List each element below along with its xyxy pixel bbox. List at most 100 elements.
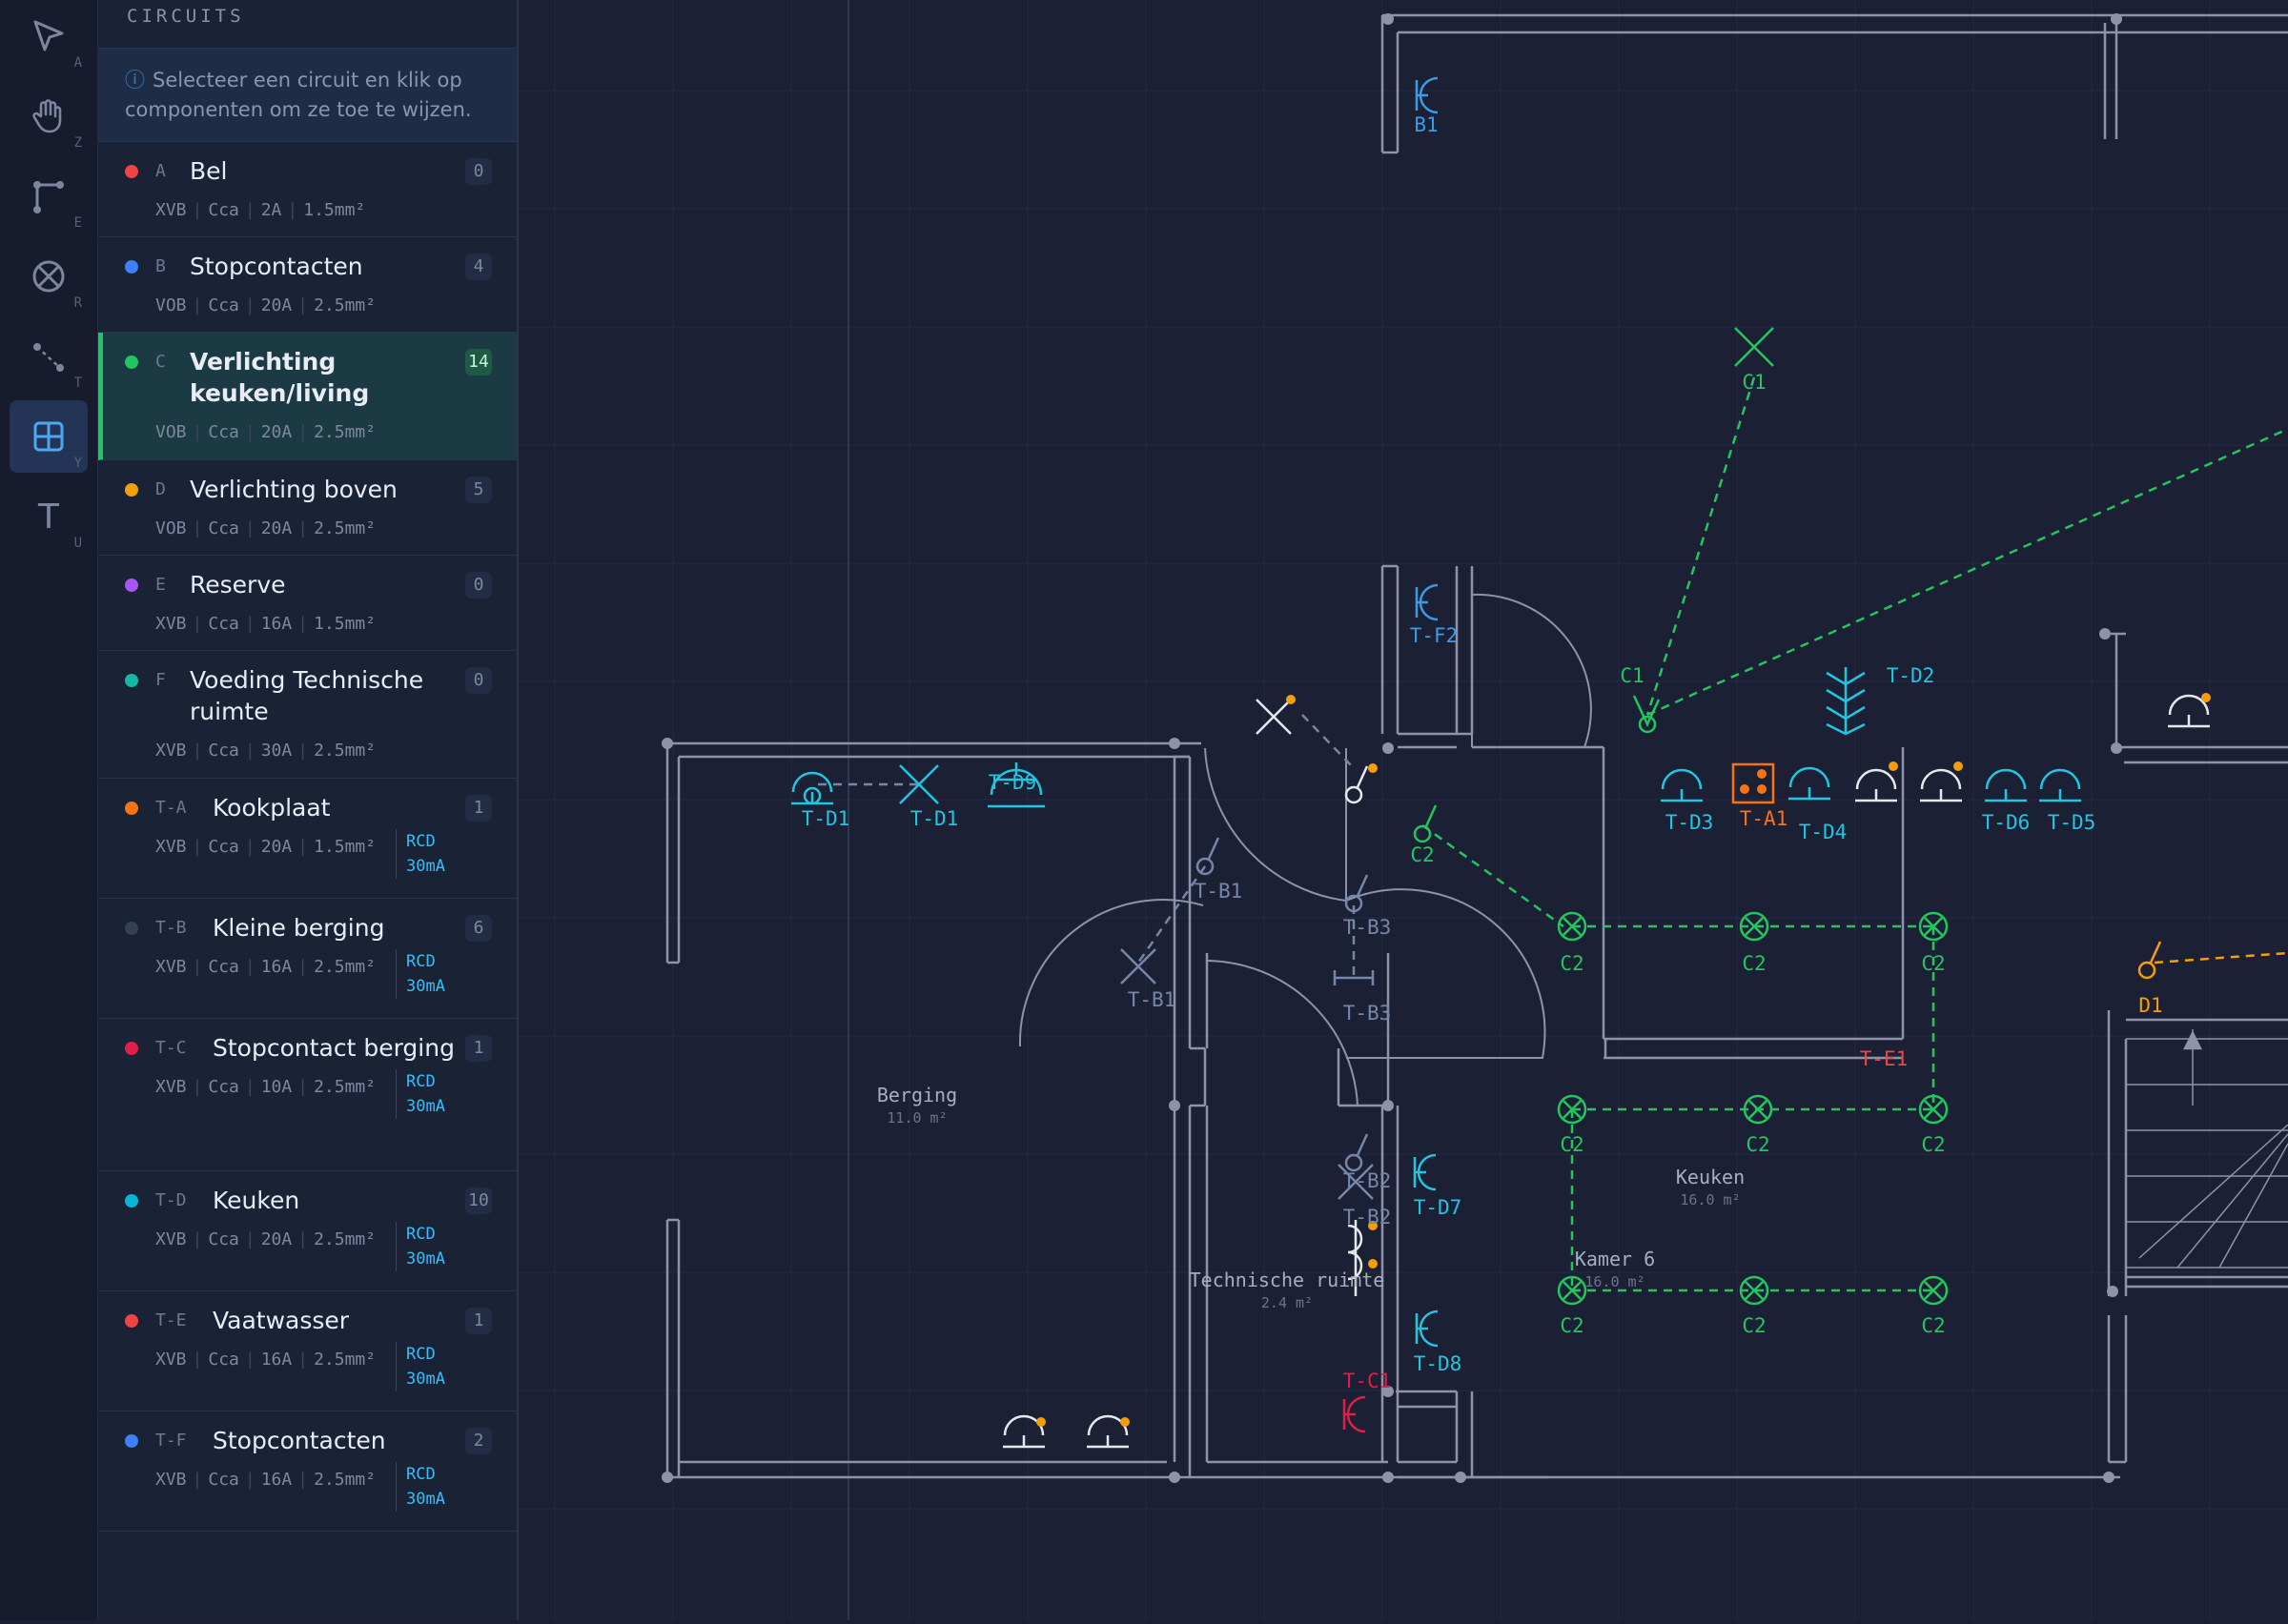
component-label: T-B1 — [1128, 988, 1176, 1011]
component-label: C2 — [1921, 1314, 1945, 1337]
text-tool-icon: T — [38, 497, 59, 537]
circuit-spec: XVB — [155, 741, 187, 761]
wire — [1646, 427, 2288, 717]
circuit-spec: Cca — [208, 518, 239, 538]
circuit-count-badge: 0 — [465, 158, 492, 185]
circuit-spec: Cca — [208, 614, 239, 634]
switch-lever — [1356, 1133, 1369, 1156]
wire-draw-icon — [33, 181, 64, 213]
circuit-spec: 20A — [260, 422, 293, 442]
circuit-name: Stopcontact berging — [213, 1034, 455, 1062]
component-label: T-B3 — [1343, 1002, 1392, 1025]
circuit-item-t-e[interactable]: T-E Vaatwasser 1 XVB | Cca | 16A | 2.5mm² RCD 30mA — [98, 1291, 517, 1411]
stair-arrow-head — [2182, 1030, 2203, 1050]
circuit-item-a[interactable]: A Bel 0 XVB | Cca | 2A | 1.5mm² — [98, 142, 517, 237]
circuit-item-t-f[interactable]: T-F Stopcontacten 2 XVB | Cca | 16A | 2.5mm² RCD 30… — [98, 1411, 517, 1532]
info-icon: ⓘ — [125, 69, 145, 91]
switch-lever — [1356, 765, 1369, 788]
component-label: T-D7 — [1414, 1196, 1462, 1219]
circuit-spec: 20A — [260, 295, 293, 315]
wire-tool-button[interactable]: E — [10, 160, 88, 233]
circuit-count-badge: 5 — [465, 477, 492, 503]
component-label: B1 — [1414, 113, 1438, 136]
status-dot — [1120, 1417, 1130, 1427]
circuit-item-e[interactable]: E Reserve 0 XVB | Cca | 16A | 1.5mm² — [98, 556, 517, 651]
room-name: Technische ruimte — [1190, 1269, 1385, 1291]
connection-tool-button[interactable]: T — [10, 320, 88, 393]
circuit-code: T-B — [155, 918, 187, 938]
rcd-tag: RCD 30mA — [396, 829, 445, 879]
status-dot — [1368, 1259, 1378, 1269]
info-text: Selecteer een circuit en klik op compone… — [125, 69, 472, 121]
circuit-spec: 2.5mm² — [314, 1077, 377, 1097]
room-area: 16.0 m² — [1584, 1273, 1644, 1290]
socket-icon — [1415, 583, 1439, 621]
socket-icon — [1661, 768, 1703, 802]
rcd-rating: 30mA — [406, 1370, 445, 1389]
rcd-tag: RCD 30mA — [396, 1342, 445, 1391]
socket-icon — [1920, 768, 1962, 802]
circuit-item-f[interactable]: F Voeding Technische ruimte 0 XVB | Cca | 30A | 2… — [98, 651, 517, 779]
component-label: C2 — [1560, 1133, 1583, 1156]
circuit-color-dot — [125, 355, 138, 369]
wire — [1421, 823, 1564, 928]
component-label: C2 — [1746, 1133, 1769, 1156]
circuit-spec: 1.5mm² — [314, 837, 377, 857]
circuit-item-t-d[interactable]: T-D Keuken 10 XVB | Cca | 20A | 2.5mm² RCD 30mA — [98, 1171, 517, 1291]
circuit-spec: XVB — [155, 1470, 187, 1490]
circuit-name: Kleine berging — [213, 914, 385, 942]
circuit-spec: 20A — [260, 518, 293, 538]
connection-icon — [33, 343, 64, 372]
select-tool-button[interactable]: A — [10, 0, 88, 72]
shortcut-key: A — [73, 55, 82, 71]
circuit-spec: XVB — [155, 837, 187, 857]
text-tool-button[interactable]: T U — [10, 480, 88, 553]
switch-lever — [2149, 941, 2162, 964]
wall-node — [1382, 742, 1394, 754]
circuit-spec: Cca — [208, 422, 239, 442]
switch-lever — [1424, 804, 1438, 827]
info-message: ⓘ Selecteer een circuit en klik op compon… — [98, 49, 517, 142]
light-tool-button[interactable]: R — [10, 240, 88, 313]
socket-icon — [1342, 1395, 1366, 1433]
pan-tool-button[interactable]: Z — [10, 80, 88, 152]
circuit-spec: 2.5mm² — [314, 295, 377, 315]
circuit-spec: 2A — [260, 200, 282, 220]
circuit-code: E — [155, 575, 166, 595]
cooktop-burner — [1757, 769, 1767, 779]
component-label: C2 — [1921, 1133, 1945, 1156]
room-name: Keuken — [1676, 1166, 1745, 1188]
circuit-count-badge: 1 — [465, 1035, 492, 1062]
circuit-spec: Cca — [208, 1077, 239, 1097]
circuit-count-badge: 14 — [465, 349, 492, 376]
shortcut-key: E — [73, 215, 82, 231]
floor-plan-canvas[interactable]: B1B2B3T-F2C1C1C2C2C2C2C2C2C2C2C2C2T-D1T-… — [519, 0, 2288, 1620]
component-label: T-B1 — [1195, 880, 1243, 903]
circuit-spec: VOB — [155, 295, 187, 315]
floor-plan-svg[interactable]: B1B2B3T-F2C1C1C2C2C2C2C2C2C2C2C2C2T-D1T-… — [519, 0, 2288, 1620]
circuit-name: Reserve — [190, 571, 286, 599]
circuits-tool-button[interactable]: Y — [10, 400, 88, 473]
circuit-spec: Cca — [208, 200, 239, 220]
rcd-label: RCD — [406, 1345, 436, 1364]
component-label: T-D1 — [802, 807, 850, 830]
circuit-item-t-c[interactable]: T-C Stopcontact berging 1 XVB | Cca | 10A | 2.5mm… — [98, 1019, 517, 1171]
circuit-color-dot — [125, 1194, 138, 1208]
circuit-item-t-b[interactable]: T-B Kleine berging 6 XVB | Cca | 16A | 2.5mm² RCD 3… — [98, 899, 517, 1019]
circuit-color-dot — [125, 483, 138, 497]
room-name: Kamer 6 — [1575, 1248, 1655, 1270]
circuit-count-badge: 10 — [465, 1188, 492, 1214]
hand-pan-icon — [32, 99, 62, 133]
wall-light-icon — [1120, 948, 1156, 985]
rcd-tag: RCD 30mA — [396, 1222, 445, 1271]
wall-node — [2103, 1472, 2114, 1483]
circuit-item-b[interactable]: B Stopcontacten 4 VOB | Cca | 20A | 2.5mm² — [98, 237, 517, 333]
component-label: C2 — [1921, 952, 1945, 975]
circuit-spec: XVB — [155, 1350, 187, 1370]
circuit-specs: XVB | Cca | 16A | 1.5mm² — [155, 614, 377, 634]
circuit-item-d[interactable]: D Verlichting boven 5 VOB | Cca | 20A | 2.5mm² — [98, 460, 517, 556]
rcd-rating: 30mA — [406, 1249, 445, 1269]
circuit-item-t-a[interactable]: T-A Kookplaat 1 XVB | Cca | 20A | 1.5mm² RCD 30mA — [98, 779, 517, 899]
circuit-item-c[interactable]: C Verlichting keuken/living 14 VOB | Cca | 20A |… — [98, 333, 517, 460]
circuit-spec: 16A — [260, 1470, 293, 1490]
